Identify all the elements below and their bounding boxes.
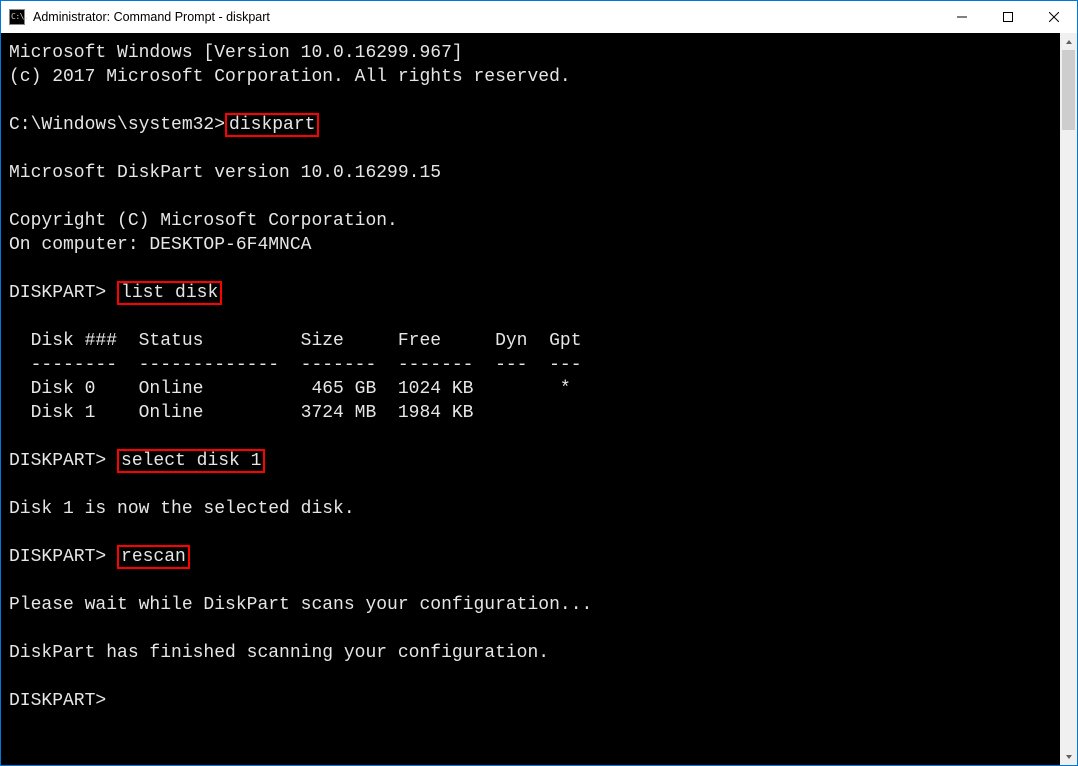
table-row: Disk 0 Online 465 GB 1024 KB * [9,377,1060,401]
blank-line [9,617,1060,641]
blank-line [9,257,1060,281]
blank-line [9,89,1060,113]
client-area: Microsoft Windows [Version 10.0.16299.96… [1,33,1077,765]
blank-line [9,473,1060,497]
maximize-icon [1003,12,1013,22]
line-copyright: (c) 2017 Microsoft Corporation. All righ… [9,65,1060,89]
prompt-final: DISKPART> [9,689,1060,713]
line-cmd-rescan: DISKPART> rescan [9,545,1060,569]
blank-line [9,665,1060,689]
chevron-up-icon [1065,38,1073,46]
cmd-diskpart-highlight: diskpart [225,113,319,137]
cmd-listdisk-highlight: list disk [117,281,222,305]
prompt-diskpart: DISKPART> [9,547,117,567]
blank-line [9,185,1060,209]
scroll-down-button[interactable] [1060,748,1077,765]
table-row: Disk 1 Online 3724 MB 1984 KB [9,401,1060,425]
blank-line [9,425,1060,449]
line-version: Microsoft Windows [Version 10.0.16299.96… [9,41,1060,65]
prompt-sys32: C:\Windows\system32> [9,115,225,135]
title-left-group: C:\. Administrator: Command Prompt - dis… [1,9,270,25]
blank-line [9,569,1060,593]
prompt-diskpart: DISKPART> [9,283,117,303]
chevron-down-icon [1065,753,1073,761]
scroll-track[interactable] [1060,50,1077,748]
line-on-computer: On computer: DESKTOP-6F4MNCA [9,233,1060,257]
window-controls [939,1,1077,33]
line-diskpart-version: Microsoft DiskPart version 10.0.16299.15 [9,161,1060,185]
blank-line [9,137,1060,161]
minimize-icon [957,12,967,22]
scroll-thumb[interactable] [1062,50,1075,130]
terminal-output[interactable]: Microsoft Windows [Version 10.0.16299.96… [1,33,1060,765]
blank-line [9,521,1060,545]
table-divider: -------- ------------- ------- ------- -… [9,353,1060,377]
close-icon [1049,12,1059,22]
line-selected: Disk 1 is now the selected disk. [9,497,1060,521]
prompt-diskpart: DISKPART> [9,451,117,471]
line-cmd-listdisk: DISKPART> list disk [9,281,1060,305]
line-cmd-diskpart: C:\Windows\system32>diskpart [9,113,1060,137]
cmd-rescan-highlight: rescan [117,545,190,569]
maximize-button[interactable] [985,1,1031,33]
titlebar[interactable]: C:\. Administrator: Command Prompt - dis… [1,1,1077,33]
blank-line [9,305,1060,329]
vertical-scrollbar[interactable] [1060,33,1077,765]
minimize-button[interactable] [939,1,985,33]
table-header: Disk ### Status Size Free Dyn Gpt [9,329,1060,353]
scroll-up-button[interactable] [1060,33,1077,50]
line-diskpart-copyright: Copyright (C) Microsoft Corporation. [9,209,1060,233]
cmd-icon: C:\. [9,9,25,25]
line-finished: DiskPart has finished scanning your conf… [9,641,1060,665]
line-wait: Please wait while DiskPart scans your co… [9,593,1060,617]
cmd-selectdisk-highlight: select disk 1 [117,449,265,473]
close-button[interactable] [1031,1,1077,33]
window-title: Administrator: Command Prompt - diskpart [33,10,270,24]
line-cmd-selectdisk: DISKPART> select disk 1 [9,449,1060,473]
window-frame: C:\. Administrator: Command Prompt - dis… [0,0,1078,766]
